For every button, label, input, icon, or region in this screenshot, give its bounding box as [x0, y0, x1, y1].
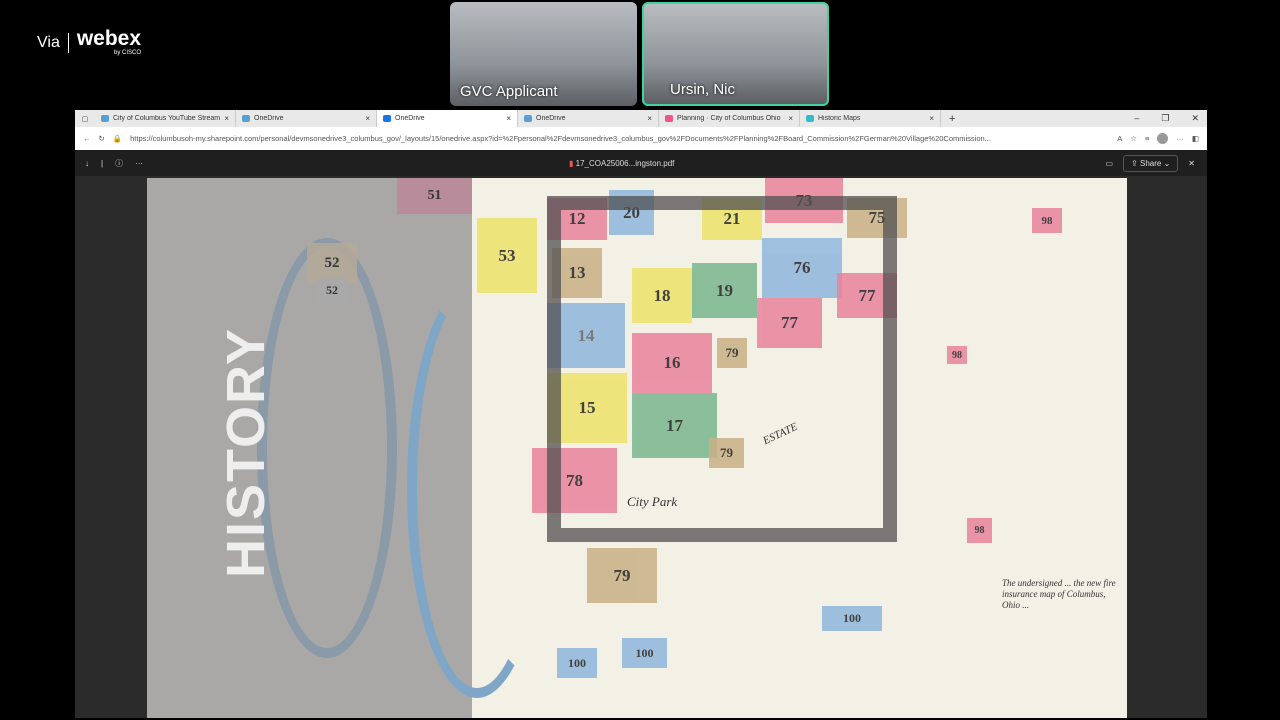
map-block: 98: [947, 346, 967, 364]
cisco-label: by CISCO: [114, 50, 142, 56]
tab[interactable]: Planning · City of Columbus Ohio ×: [659, 110, 800, 127]
map-block: 98: [967, 518, 992, 543]
info-icon[interactable]: ⓘ: [115, 158, 123, 169]
tab-actions-icon[interactable]: ▢: [75, 115, 95, 123]
label: Historic Maps: [818, 115, 861, 122]
back-icon[interactable]: ←: [83, 134, 91, 143]
tab[interactable]: OneDrive ×: [518, 110, 659, 127]
url-input[interactable]: https://columbusoh-my.sharepoint.com/per…: [130, 134, 1109, 143]
map-block: 51: [397, 178, 472, 214]
tab[interactable]: Historic Maps ×: [800, 110, 941, 127]
webex-logo: Via webex by CISCO: [37, 27, 142, 56]
minimize-icon[interactable]: –: [1134, 113, 1139, 124]
map-label: City Park: [627, 494, 678, 509]
lock-icon: 🔒: [112, 134, 123, 143]
refresh-icon[interactable]: ↻: [99, 134, 105, 143]
map-block: 100: [822, 606, 882, 631]
highlight-frame: [547, 196, 897, 542]
favorites-icon[interactable]: ≡: [1145, 134, 1149, 143]
map-block: 98: [1032, 208, 1062, 233]
restore-icon[interactable]: ❐: [1161, 113, 1169, 124]
profile-avatar[interactable]: [1157, 133, 1169, 144]
video-tile[interactable]: GVC Applicant: [450, 2, 637, 106]
map-block: 52: [307, 243, 357, 283]
close-icon[interactable]: ✕: [1188, 159, 1195, 168]
label: Planning · City of Columbus Ohio: [677, 115, 781, 122]
tab[interactable]: OneDrive ×: [236, 110, 377, 127]
close-tab-icon[interactable]: ×: [506, 114, 511, 123]
participant-name: Ursin, Nic: [670, 81, 736, 98]
close-tab-icon[interactable]: ×: [929, 114, 934, 123]
map-block: 53: [477, 218, 537, 293]
more-icon[interactable]: ···: [1176, 134, 1184, 143]
label: City of Columbus YouTube Stream: [113, 115, 221, 122]
via-label: Via: [37, 34, 60, 51]
tab[interactable]: City of Columbus YouTube Stream ×: [95, 110, 236, 127]
label: OneDrive: [254, 115, 284, 122]
label: OneDrive: [395, 115, 425, 122]
close-tab-icon[interactable]: ×: [365, 114, 370, 123]
pdf-toolbar: ↓ | ⓘ ··· ▮ 17_COA25006...ingston.pdf ▭ ⇪…: [75, 150, 1207, 176]
map-block: 100: [622, 638, 667, 668]
favorite-icon[interactable]: ☆: [1130, 134, 1137, 143]
pdf-filename: ▮ 17_COA25006...ingston.pdf: [569, 159, 674, 168]
close-window-icon[interactable]: ✕: [1191, 113, 1199, 124]
tab-active[interactable]: OneDrive ×: [377, 110, 518, 127]
map-block: 100: [557, 648, 597, 678]
pdf-viewer: 52 52 51 HISTORY 12 20 21 73 75 53 13 76…: [75, 178, 1207, 718]
participant-name: GVC Applicant: [460, 83, 558, 100]
close-tab-icon[interactable]: ×: [647, 114, 652, 123]
pdf-icon: ▮: [569, 159, 574, 168]
webex-brand: webex: [76, 27, 142, 50]
map-note: The undersigned ... the new fire insuran…: [1002, 578, 1116, 610]
browser-window: ▢ City of Columbus YouTube Stream × OneDr…: [75, 110, 1207, 718]
download-icon[interactable]: ↓: [85, 159, 89, 168]
history-heading: HISTORY: [216, 326, 276, 578]
more-options-icon[interactable]: ···: [135, 159, 143, 168]
address-bar: ← ↻ 🔒 https://columbusoh-my.sharepoint.c…: [75, 127, 1207, 150]
close-tab-icon[interactable]: ×: [224, 114, 229, 123]
sidebar-icon[interactable]: ◧: [1192, 134, 1199, 143]
label: Share: [1140, 159, 1162, 168]
label: OneDrive: [536, 115, 566, 122]
comment-icon[interactable]: ▭: [1106, 159, 1114, 168]
read-aloud-icon[interactable]: A: [1117, 134, 1122, 143]
new-tab-button[interactable]: +: [941, 113, 963, 125]
video-tile-active-speaker[interactable]: Ursin, Nic: [642, 2, 829, 106]
map-block: 79: [587, 548, 657, 603]
map-block: 52: [317, 278, 347, 303]
pdf-page: 52 52 51 HISTORY 12 20 21 73 75 53 13 76…: [147, 178, 1127, 718]
close-tab-icon[interactable]: ×: [788, 114, 793, 123]
tab-bar: ▢ City of Columbus YouTube Stream × OneDr…: [75, 110, 1207, 127]
label: 17_COA25006...ingston.pdf: [575, 159, 675, 168]
share-button[interactable]: ⇪ Share ⌄: [1123, 155, 1179, 172]
